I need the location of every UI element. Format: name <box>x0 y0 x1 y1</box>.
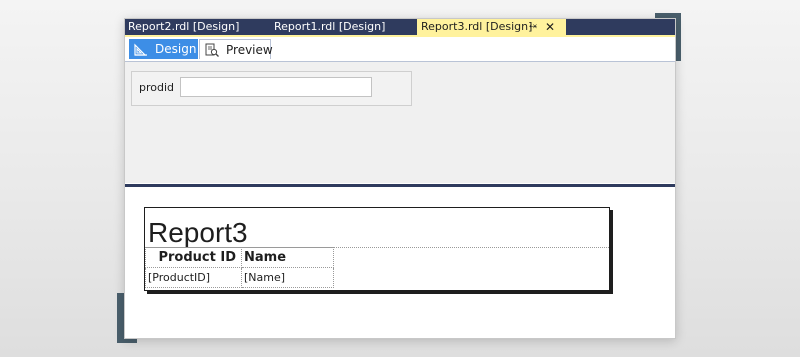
design-icon <box>134 43 147 56</box>
view-tab-strip: Design Preview <box>125 37 675 62</box>
doc-tab-report1[interactable]: Report1.rdl [Design] <box>274 19 385 35</box>
tab-design[interactable]: Design <box>129 39 198 59</box>
report-title[interactable]: Report3 <box>148 217 248 249</box>
close-icon[interactable]: ✕ <box>545 19 555 35</box>
tab-preview-label: Preview <box>226 43 273 57</box>
table-detail-row: [ProductID] [Name] <box>145 267 334 288</box>
doc-tab-report2[interactable]: Report2.rdl [Design] <box>128 19 239 35</box>
document-tab-strip: Report2.rdl [Design] Report1.rdl [Design… <box>125 19 675 35</box>
header-cell-product-id[interactable]: Product ID <box>145 247 242 268</box>
table-header-row: Product ID Name <box>145 247 334 268</box>
preview-icon <box>205 43 219 57</box>
tab-preview[interactable]: Preview <box>199 39 273 59</box>
parameter-pane: prodid <box>125 62 675 183</box>
report-table[interactable]: Product ID Name [ProductID] [Name] <box>145 247 334 288</box>
pin-icon[interactable]: ⬾ <box>529 19 537 35</box>
doc-tab-report3-label: Report3.rdl [Design] <box>421 20 533 33</box>
report-body[interactable]: Report3 Product ID Name [ProductID] [Nam… <box>144 207 610 291</box>
report-designer-window: Report2.rdl [Design] Report1.rdl [Design… <box>124 18 676 339</box>
header-cell-name[interactable]: Name <box>241 247 334 268</box>
parameter-box-prodid: prodid <box>131 71 412 106</box>
detail-cell-name[interactable]: [Name] <box>241 267 334 288</box>
detail-cell-product-id[interactable]: [ProductID] <box>145 267 242 288</box>
report-design-surface: Report3 Product ID Name [ProductID] [Nam… <box>125 187 675 338</box>
doc-tab-report3[interactable]: Report3.rdl [Design] ⬾ ✕ <box>417 19 566 35</box>
tab-design-label: Design <box>155 42 197 56</box>
parameter-label-prodid: prodid <box>139 81 175 94</box>
parameter-input-prodid[interactable] <box>180 77 372 97</box>
